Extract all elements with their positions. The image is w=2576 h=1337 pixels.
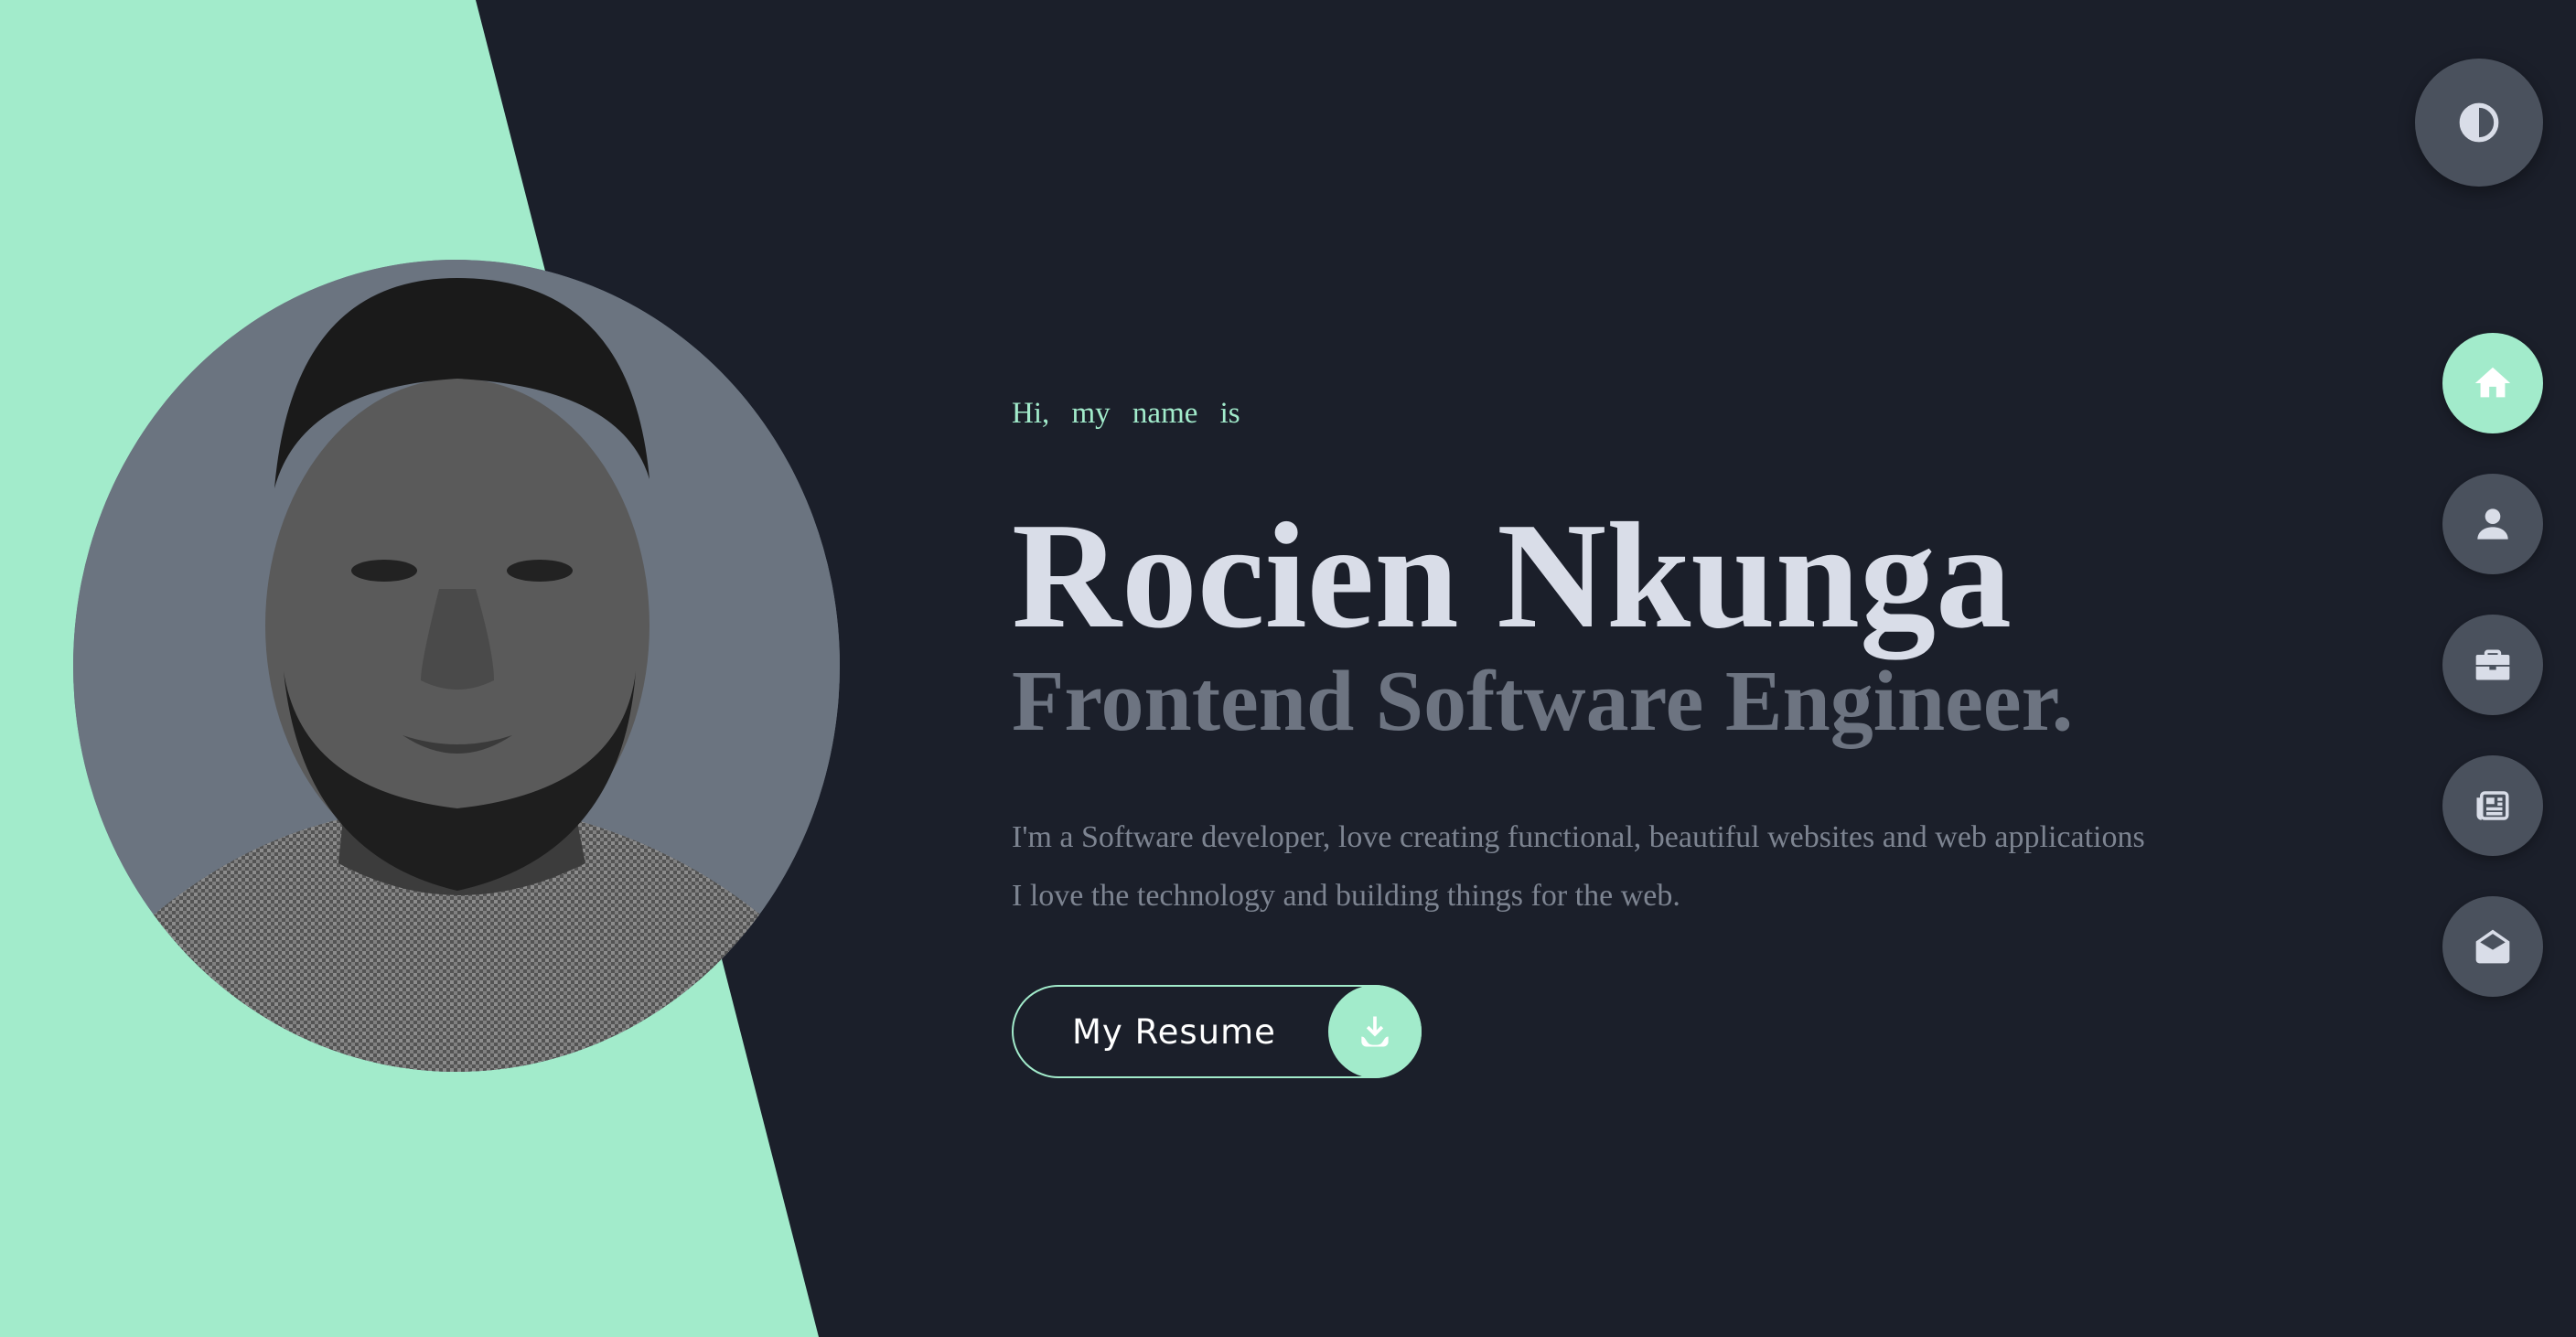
- greeting-text: Hi, my name is: [1012, 397, 1240, 430]
- nav-item-portfolio[interactable]: [2442, 615, 2543, 715]
- briefcase-icon: [2475, 649, 2510, 680]
- nav-item-home[interactable]: [2442, 333, 2543, 433]
- newspaper-icon: [2476, 791, 2509, 820]
- theme-toggle-button[interactable]: [2415, 59, 2543, 187]
- resume-button[interactable]: My Resume: [1012, 985, 1422, 1078]
- nav-item-about[interactable]: [2442, 474, 2543, 574]
- hero-job-title: Frontend Software Engineer.: [1012, 654, 2074, 749]
- bio-line-2: I love the technology and building thing…: [1012, 879, 1680, 913]
- download-icon: [1328, 985, 1422, 1078]
- resume-button-label: My Resume: [1072, 1011, 1276, 1052]
- nav-item-blog[interactable]: [2442, 755, 2543, 856]
- side-nav: [2442, 333, 2543, 1037]
- contrast-icon: [2459, 102, 2499, 143]
- hero-name: Rocien Nkunga: [1012, 491, 2012, 659]
- user-icon: [2477, 508, 2508, 540]
- page: Hi, my name is Rocien Nkunga Frontend So…: [0, 0, 2576, 1337]
- hero-bio: I'm a Software developer, love creating …: [1012, 808, 2145, 925]
- envelope-open-icon: [2475, 929, 2510, 964]
- nav-item-contact[interactable]: [2442, 896, 2543, 997]
- home-icon: [2474, 367, 2511, 398]
- profile-photo: [73, 260, 840, 1072]
- bio-line-1: I'm a Software developer, love creating …: [1012, 820, 2145, 854]
